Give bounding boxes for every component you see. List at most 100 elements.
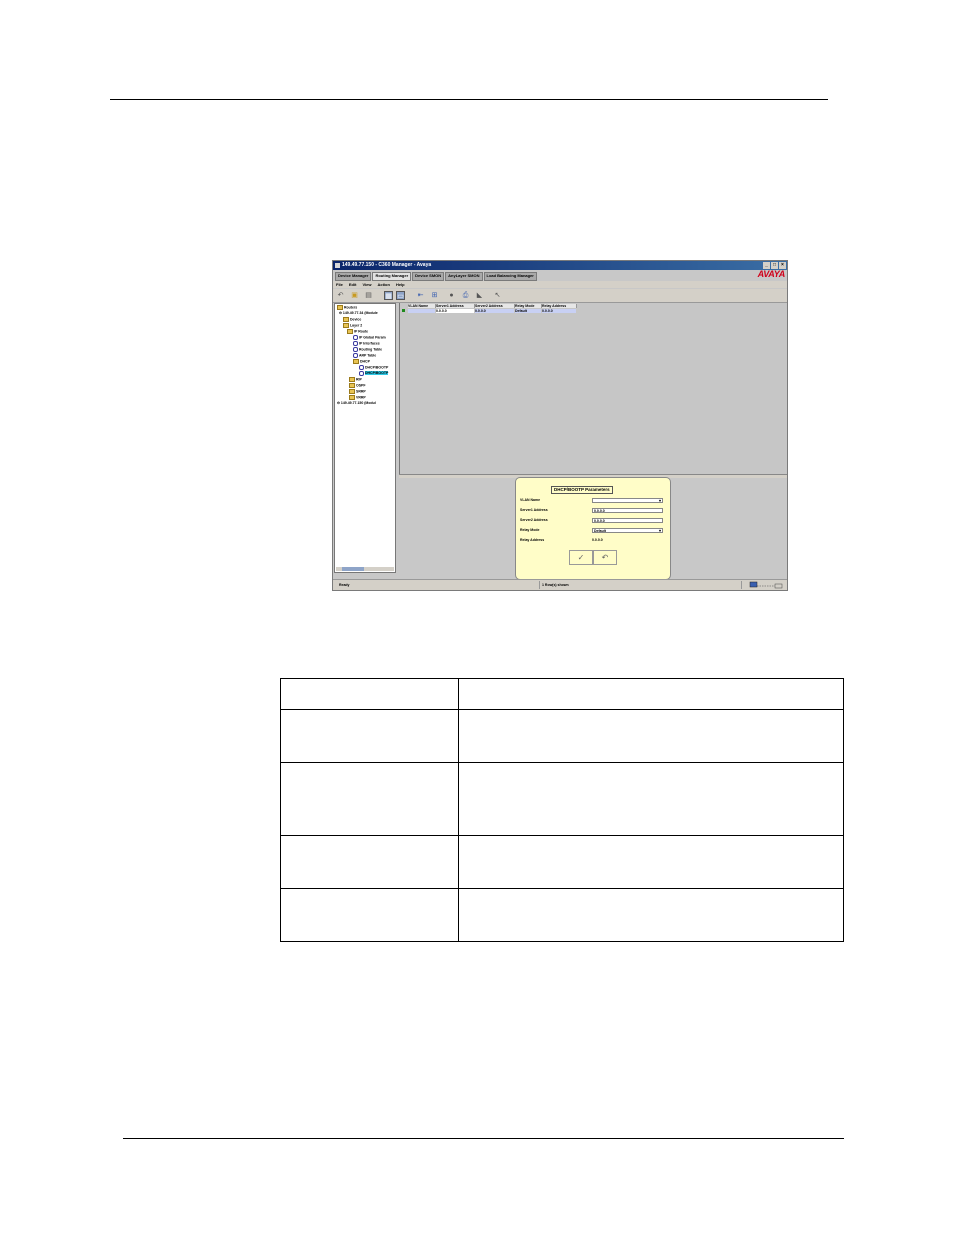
menu-edit[interactable]: Edit: [349, 281, 357, 288]
table-cell[interactable]: Default: [515, 309, 541, 313]
tree-node-layer2[interactable]: Layer 2: [343, 323, 362, 328]
scrollbar-thumb[interactable]: [342, 567, 364, 571]
tree-node-module-150[interactable]: ⊖ 149.49.77.150 (Modul: [337, 401, 376, 406]
menu-view[interactable]: View: [362, 281, 371, 288]
tree-node-ip-global-param[interactable]: IP Global Param: [353, 335, 386, 340]
network-status-icon: [749, 581, 783, 589]
tab-routing-manager[interactable]: Routing Manager: [372, 272, 412, 281]
tab-device-smon[interactable]: Device SMON: [412, 272, 445, 281]
grid-icon[interactable]: ⊞: [430, 291, 439, 300]
minimize-button[interactable]: _: [763, 262, 770, 269]
undo-icon[interactable]: ↶: [336, 291, 345, 300]
tree-node-routers[interactable]: Routers: [337, 305, 357, 310]
table-cell[interactable]: 0.0.0.0: [542, 309, 576, 313]
close-button[interactable]: ×: [779, 262, 786, 269]
avaya-logo: AVAYA: [757, 269, 786, 279]
filter-icon[interactable]: ◣: [475, 291, 484, 300]
c360-manager-screenshot: 149.49.77.150 - C360 Manager - Avaya _ □…: [332, 260, 788, 591]
tree-node-ospf[interactable]: OSPF: [349, 383, 366, 388]
status-divider: [741, 581, 742, 589]
column-header-server1-address[interactable]: Server1 Address: [436, 304, 475, 308]
menu-bar: File Edit View Action Help: [333, 281, 787, 288]
tree-node-dhcp-bootp-1[interactable]: DHCP/BOOTP: [359, 365, 388, 370]
tree-node-ip-interfaces[interactable]: IP Interfaces: [353, 341, 380, 346]
table-cell[interactable]: 0.0.0.0: [436, 309, 474, 313]
data-grid: VLAN Name Server1 Address Server2 Addres…: [399, 303, 787, 474]
column-header-relay-mode[interactable]: Relay Mode: [515, 304, 542, 308]
undo-button[interactable]: ↶: [593, 550, 617, 565]
toolbar: ↶ ▣ ▤ ▦ ▭ ⇤ ⊞ ⎙ ● ◣ ↖: [333, 289, 787, 303]
window-titlebar: 149.49.77.150 - C360 Manager - Avaya _ □…: [333, 261, 787, 270]
column-header-server2-address[interactable]: Server2 Address: [475, 304, 515, 308]
chevron-down-icon[interactable]: ▾: [659, 529, 661, 533]
table-cell: [280, 709, 459, 763]
relay-address-value: 0.0.0.0: [592, 538, 603, 542]
tab-anylayer-smon[interactable]: AnyLayer SMON: [445, 272, 483, 281]
server2-address-label: Server2 Address: [520, 518, 548, 522]
maximize-button[interactable]: □: [771, 262, 778, 269]
table-header-cell: [280, 678, 459, 710]
row-indicator[interactable]: [402, 309, 405, 312]
tree-node-rip[interactable]: RIP: [349, 377, 362, 382]
tab-load-balancing-manager[interactable]: Load Balancing Manager: [483, 272, 537, 281]
server1-address-field[interactable]: 0.0.0.0: [592, 508, 663, 513]
form-view-icon[interactable]: ▭: [396, 291, 405, 300]
dialog-title: DHCP/BOOTP Parameters: [551, 486, 613, 494]
parameter-table: [280, 678, 844, 942]
tree-node-vrrp[interactable]: VRRP: [349, 395, 366, 400]
status-bar: Ready 1 Row(s) shown: [333, 579, 787, 590]
menu-help[interactable]: Help: [396, 281, 405, 288]
insert-row-icon[interactable]: ⇤: [416, 291, 425, 300]
manager-tabs: Device Manager Routing Manager Device SM…: [333, 271, 787, 281]
menu-file[interactable]: File: [336, 281, 343, 288]
status-text: Ready: [339, 583, 350, 587]
help-pointer-icon[interactable]: ↖: [493, 291, 502, 300]
table-cell: [458, 709, 844, 763]
copy-icon[interactable]: ▣: [350, 291, 359, 300]
record-icon[interactable]: ●: [447, 291, 456, 300]
table-cell: [458, 762, 844, 836]
print-icon[interactable]: ⎙: [461, 291, 470, 300]
paste-icon[interactable]: ▤: [364, 291, 373, 300]
chevron-down-icon[interactable]: ▾: [659, 499, 661, 503]
table-view-icon[interactable]: ▦: [384, 291, 393, 300]
tree-node-routing-table[interactable]: Routing Table: [353, 347, 382, 352]
window-title: 149.49.77.150 - C360 Manager - Avaya: [342, 262, 432, 268]
table-cell[interactable]: 0.0.0.0: [475, 309, 514, 313]
tree-node-ip-route[interactable]: IP Route: [347, 329, 368, 334]
undo-icon: ↶: [601, 553, 609, 562]
apply-button[interactable]: ✓: [569, 550, 593, 565]
window-system-icon[interactable]: [335, 263, 340, 268]
vlan-name-select[interactable]: ▾: [592, 498, 663, 503]
dhcp-bootp-parameters-dialog: DHCP/BOOTP Parameters VLAN Name ▾ Server…: [515, 477, 671, 580]
column-header-relay-address[interactable]: Relay Address: [542, 304, 577, 308]
vlan-name-label: VLAN Name: [520, 498, 541, 502]
table-cell: [280, 888, 459, 942]
relay-address-label: Relay Address: [520, 538, 545, 542]
header-rule: [110, 99, 828, 100]
table-header-cell: [458, 678, 844, 710]
table-cell: [458, 835, 844, 889]
checkmark-icon: ✓: [577, 553, 585, 562]
menu-action[interactable]: Action: [378, 281, 390, 288]
tree-node-device[interactable]: Device: [343, 317, 361, 322]
column-header-vlan-name[interactable]: VLAN Name: [408, 304, 436, 308]
tab-device-manager[interactable]: Device Manager: [335, 272, 372, 281]
relay-mode-select[interactable]: Default ▾: [592, 528, 663, 533]
tree-node-module-34[interactable]: ⊖ 149.49.77.34 (Module: [339, 311, 378, 316]
navigation-tree: Routers ⊖ 149.49.77.34 (Module Device La…: [334, 303, 396, 573]
tree-node-dhcp-bootp-2[interactable]: DHCP/BOOTP: [359, 371, 389, 376]
tree-horizontal-scrollbar[interactable]: [336, 567, 394, 571]
relay-mode-label: Relay Mode: [520, 528, 540, 532]
footer-rule: [123, 1138, 844, 1139]
row-count-text: 1 Row(s) shown: [542, 583, 569, 587]
tree-node-dhcp[interactable]: DHCP: [353, 359, 370, 364]
tree-node-arp-table[interactable]: ARP Table: [353, 353, 376, 358]
server2-address-field[interactable]: 0.0.0.0: [592, 518, 663, 523]
table-cell[interactable]: [408, 309, 435, 313]
table-cell: [458, 888, 844, 942]
table-cell: [280, 835, 459, 889]
tree-node-srrp[interactable]: SRRP: [349, 389, 366, 394]
status-divider: [539, 581, 540, 589]
server1-address-label: Server1 Address: [520, 508, 548, 512]
